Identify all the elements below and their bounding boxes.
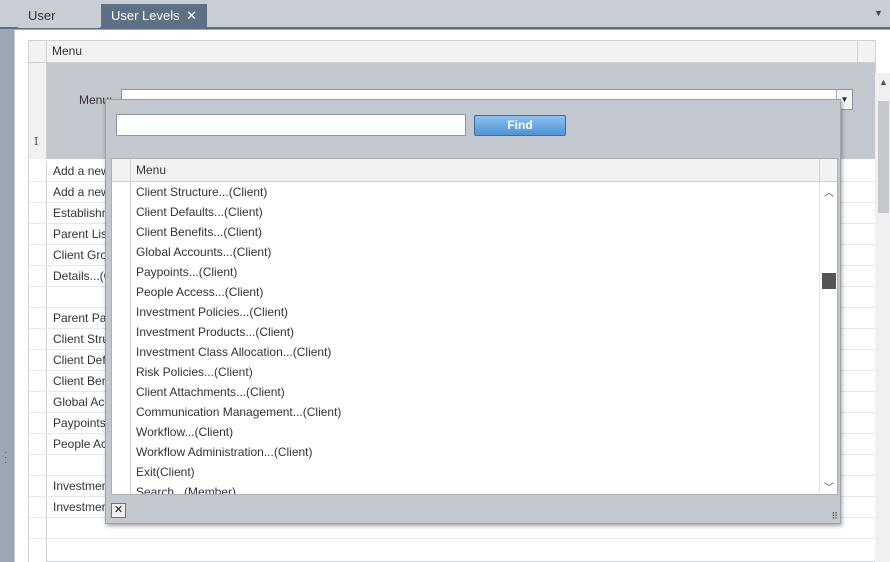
list-items: Client Structure...(Client) Client Defaul…: [131, 182, 819, 494]
tab-user-levels-active[interactable]: User Levels ✕: [101, 4, 207, 28]
tab-strip: User Levels User Levels ✕ ▼: [0, 0, 890, 46]
list-item[interactable]: Client Defaults...(Client): [131, 202, 819, 222]
list-item[interactable]: Client Structure...(Client): [131, 182, 819, 202]
row-label: Global Acc: [53, 395, 111, 409]
tab-label: User Levels: [111, 8, 180, 23]
row-label: Parent Pay: [53, 311, 113, 325]
menu-list: Menu Client Structure...(Client) Client D…: [111, 158, 838, 495]
header-gutter: [112, 159, 131, 181]
row-gutter: I: [29, 63, 47, 159]
list-item[interactable]: Global Accounts...(Client): [131, 242, 819, 262]
menu-dropdown-popup: Find Menu Client Structure...(Client) Cli…: [105, 99, 841, 524]
vertical-scrollbar[interactable]: ▲: [875, 73, 890, 562]
row-label: Investmen: [53, 479, 109, 493]
list-item[interactable]: Workflow...(Client): [131, 422, 819, 442]
list-item[interactable]: People Access...(Client): [131, 282, 819, 302]
grid-header: Menu: [29, 41, 875, 63]
column-header-menu[interactable]: Menu: [52, 44, 82, 58]
text-cursor-icon: I: [34, 135, 39, 148]
list-item[interactable]: Investment Products...(Client): [131, 322, 819, 342]
chevron-down-icon[interactable]: ▼: [874, 8, 884, 18]
list-item[interactable]: Risk Policies...(Client): [131, 362, 819, 382]
row-label: Client Ben: [53, 374, 109, 388]
list-item[interactable]: Communication Management...(Client): [131, 402, 819, 422]
column-header-menu[interactable]: Menu: [136, 163, 166, 177]
header-gutter: [29, 41, 47, 62]
list-item[interactable]: Workflow Administration...(Client): [131, 442, 819, 462]
chevron-down-icon[interactable]: ﹀: [824, 479, 834, 494]
list-item[interactable]: Exit(Client): [131, 462, 819, 482]
header-right-gutter: [819, 159, 837, 181]
scrollbar-thumb[interactable]: [878, 101, 889, 213]
find-button[interactable]: Find: [474, 115, 566, 136]
row-label: Client Defa: [53, 353, 113, 367]
list-header: Menu: [112, 159, 837, 182]
resize-grip-icon[interactable]: ⠿: [831, 511, 838, 522]
splitter-grip-icon[interactable]: · · ·: [4, 448, 7, 468]
search-input[interactable]: [116, 114, 466, 136]
list-item[interactable]: Client Attachments...(Client): [131, 382, 819, 402]
scrollbar-thumb[interactable]: [822, 273, 836, 289]
row-label: Parent List: [53, 227, 111, 241]
row-label: Add a new: [53, 164, 110, 178]
close-icon[interactable]: ✕: [186, 4, 197, 27]
list-item[interactable]: Paypoints...(Client): [131, 262, 819, 282]
close-icon[interactable]: ✕: [111, 503, 126, 518]
row-label: Paypoints.: [53, 416, 110, 430]
row-label: Establishm: [53, 206, 112, 220]
list-item[interactable]: Search...(Member): [131, 482, 819, 494]
list-item[interactable]: Client Benefits...(Client): [131, 222, 819, 242]
tab-user-levels[interactable]: User Levels: [18, 4, 100, 46]
list-item[interactable]: Investment Policies...(Client): [131, 302, 819, 322]
list-item[interactable]: Investment Class Allocation...(Client): [131, 342, 819, 362]
row-label: Details...(C: [53, 269, 113, 283]
list-gutter: [112, 182, 131, 494]
row-label: Add a new: [53, 185, 110, 199]
row-label: Client Stru: [53, 332, 110, 346]
chevron-up-icon[interactable]: ▲: [879, 77, 888, 87]
header-right-gutter: [857, 41, 875, 62]
list-scrollbar[interactable]: ︿ ﹀: [819, 182, 837, 494]
chevron-up-icon[interactable]: ︿: [824, 184, 834, 199]
